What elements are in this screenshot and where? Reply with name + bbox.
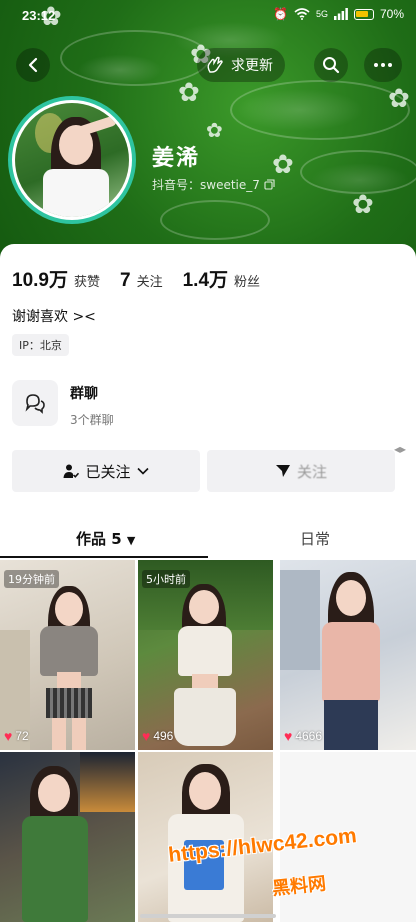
network-label: 5G (315, 9, 328, 19)
tab-works-label: 作品 5 (76, 530, 122, 548)
profile-nickname: 姜浠 (152, 145, 201, 171)
alarm-icon: ⏰ (273, 7, 288, 21)
stat-followers-label: 粉丝 (234, 275, 261, 290)
avatar-photo (15, 103, 129, 217)
battery-percent: 70% (379, 7, 404, 21)
video-likes: ♥ 4666 (284, 728, 322, 744)
swipe-hint-icon: ◂▸ (393, 442, 406, 456)
water-ripple (160, 200, 270, 240)
search-icon (323, 57, 340, 74)
group-chat-count: 3个群聊 (70, 413, 114, 427)
user-check-icon (63, 464, 80, 478)
copy-icon[interactable] (264, 179, 275, 190)
avatar[interactable] (8, 96, 136, 224)
more-dots-icon (374, 63, 392, 67)
douyin-id-text: 抖音号：sweetie_7 (152, 178, 260, 192)
status-bar: 23:12 ⏰ 5G 70% (0, 0, 416, 32)
search-button[interactable] (314, 48, 348, 82)
following-button[interactable]: 已关注 (12, 450, 200, 492)
stat-followers[interactable]: 1.4万 粉丝 (183, 265, 260, 292)
home-indicator[interactable] (140, 914, 276, 918)
stat-following[interactable]: 7 关注 (120, 270, 163, 292)
douyin-id[interactable]: 抖音号：sweetie_7 (152, 176, 275, 193)
video-time-badge: 5小时前 (142, 570, 190, 588)
hand-wave-icon (207, 56, 223, 73)
video-likes: ♥ 496 (142, 728, 173, 744)
signal-icon (333, 8, 348, 20)
water-ripple (300, 150, 416, 194)
video-thumbnail[interactable]: 5小时前 ♥ 496 (138, 560, 273, 750)
tab-daily[interactable]: 日常 (300, 528, 330, 549)
video-grid: 19分钟前 ♥ 72 5小时前 ♥ 496 ♥ 4666 (0, 560, 416, 922)
profile-stats: 10.9万 获赞 7 关注 1.4万 粉丝 (12, 265, 260, 292)
stat-following-label: 关注 (136, 275, 163, 290)
share-button[interactable]: 关注 (207, 450, 395, 492)
following-button-label: 已关注 (85, 462, 131, 481)
request-update-button[interactable]: 求更新 (197, 48, 285, 82)
request-update-label: 求更新 (231, 58, 273, 74)
content-tabs: 作品 5 ▼ 日常 (0, 520, 416, 558)
chevron-down-icon (136, 467, 149, 475)
active-tab-indicator (0, 556, 208, 558)
profile-bio: 谢谢喜欢 >< (12, 309, 96, 325)
more-button[interactable] (364, 48, 402, 82)
group-chat-entry[interactable]: 群聊 3个群聊 (12, 380, 114, 428)
stat-likes-label: 获赞 (73, 275, 100, 290)
video-likes-count: 496 (153, 729, 174, 743)
stat-following-value: 7 (120, 270, 131, 291)
heart-icon: ♥ (284, 728, 293, 744)
clover-icon: ✿ (272, 150, 294, 180)
video-thumbnail[interactable] (0, 752, 135, 922)
caret-down-icon: ▼ (126, 534, 136, 547)
heart-icon: ♥ (4, 728, 13, 744)
group-chat-title: 群聊 (70, 386, 98, 402)
chevron-left-icon (28, 57, 38, 73)
status-icons: ⏰ 5G 70% (273, 7, 404, 21)
video-thumbnail[interactable]: 19分钟前 ♥ 72 (0, 560, 135, 750)
stat-likes-value: 10.9万 (12, 270, 68, 291)
video-thumbnail[interactable]: ♥ 4666 (280, 560, 416, 750)
back-button[interactable] (16, 48, 50, 82)
video-likes-count: 4666 (295, 729, 323, 743)
wifi-icon (294, 8, 310, 20)
battery-icon (353, 8, 374, 20)
stat-likes[interactable]: 10.9万 获赞 (12, 265, 100, 292)
stat-followers-value: 1.4万 (182, 270, 229, 291)
heart-icon: ♥ (142, 728, 151, 744)
group-chat-icon (12, 380, 58, 426)
clover-icon: ✿ (388, 84, 410, 114)
clover-icon: ✿ (352, 190, 374, 220)
video-time-badge: 19分钟前 (4, 570, 59, 588)
tab-works[interactable]: 作品 5 ▼ (76, 528, 135, 549)
clover-icon: ✿ (206, 118, 223, 142)
video-likes-count: 72 (15, 729, 29, 743)
send-icon (275, 465, 290, 477)
water-ripple (230, 80, 410, 140)
clover-icon: ✿ (178, 78, 200, 108)
share-button-label: 关注 (296, 462, 327, 481)
status-time: 23:12 (22, 8, 56, 23)
video-likes: ♥ 72 (4, 728, 29, 744)
ip-location-tag: IP：北京 (12, 334, 69, 356)
